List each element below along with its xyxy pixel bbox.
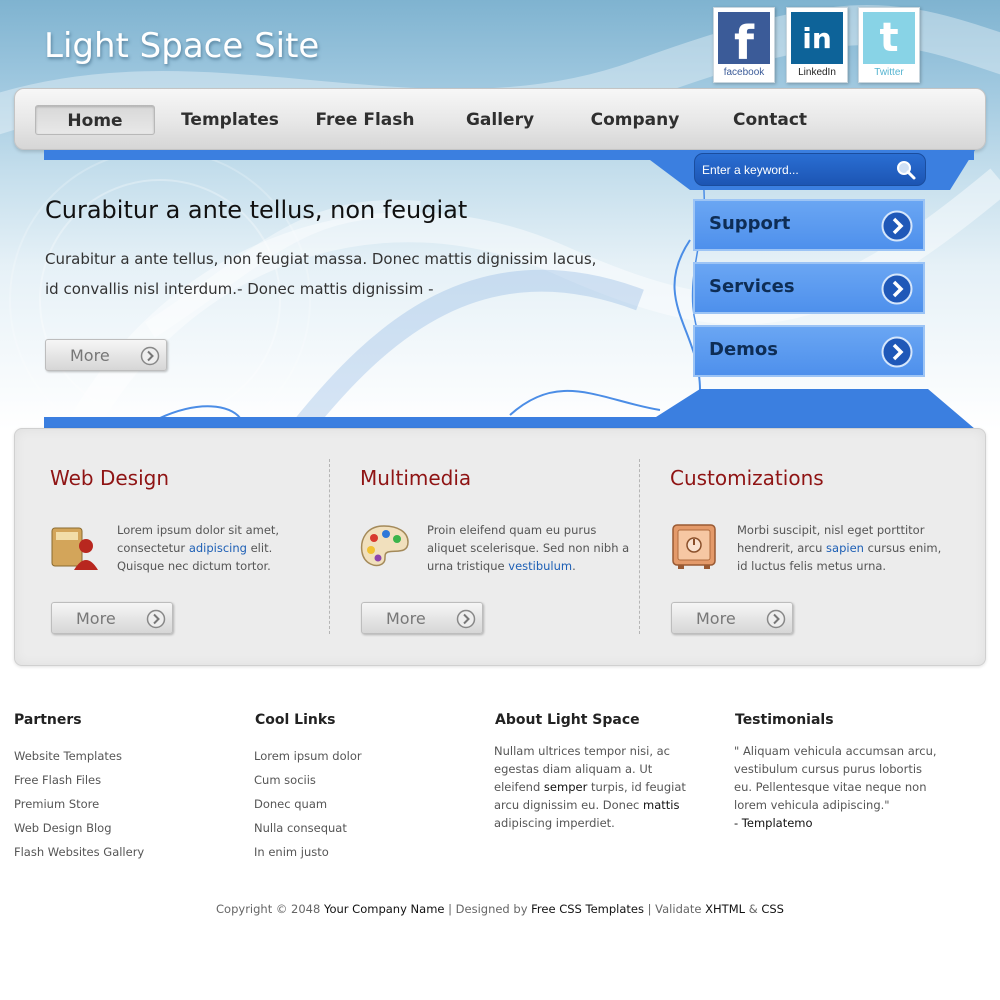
footer-link[interactable]: Lorem ipsum dolor: [254, 744, 362, 768]
arrow-right-icon: [456, 609, 476, 629]
footer-title-about: About Light Space: [495, 712, 640, 728]
footer-link[interactable]: Premium Store: [14, 792, 144, 816]
services-label: Services: [709, 276, 795, 297]
facebook-caption: facebook: [723, 67, 765, 78]
feature-text-web-design: Lorem ipsum dolor sit amet, consectetur …: [117, 523, 280, 573]
about-link[interactable]: mattis: [643, 798, 679, 812]
nav-item-templates[interactable]: Templates: [170, 105, 290, 135]
web-design-more-button[interactable]: More: [51, 602, 173, 634]
customizations-more-button[interactable]: More: [671, 602, 793, 634]
css-link[interactable]: CSS: [761, 902, 784, 916]
feature-text-customizations: Morbi suscipit, nisl eget porttitor hend…: [737, 523, 942, 573]
feature-divider: [639, 459, 640, 634]
facebook-icon: f: [718, 12, 770, 70]
cool-links-list: Lorem ipsum dolor Cum sociis Donec quam …: [254, 744, 362, 864]
twitter-caption: Twitter: [874, 67, 904, 78]
search-icon[interactable]: [895, 159, 917, 181]
support-button[interactable]: Support: [693, 199, 925, 251]
arrow-right-icon: [881, 336, 913, 368]
feature-link[interactable]: sapien: [826, 541, 864, 555]
footer-link[interactable]: Flash Websites Gallery: [14, 840, 144, 864]
footer-link[interactable]: Free Flash Files: [14, 768, 144, 792]
linkedin-icon: in: [791, 12, 843, 64]
demos-button[interactable]: Demos: [693, 325, 925, 377]
more-button-label: More: [386, 609, 426, 628]
nav-item-free-flash[interactable]: Free Flash: [305, 105, 425, 135]
arrow-right-icon: [140, 346, 160, 366]
arrow-right-icon: [766, 609, 786, 629]
footer-link[interactable]: Website Templates: [14, 744, 144, 768]
user-folder-icon: [51, 527, 98, 570]
arrow-right-icon: [881, 273, 913, 305]
linkedin-link[interactable]: in LinkedIn: [786, 7, 848, 83]
testimonial-author: - Templatemo: [734, 816, 813, 830]
main-nav: Home Templates Free Flash Gallery Compan…: [14, 88, 986, 150]
footer-title-partners: Partners: [14, 712, 82, 728]
feature-link[interactable]: vestibulum: [508, 559, 572, 573]
multimedia-more-button[interactable]: More: [361, 602, 483, 634]
search-box: [694, 153, 926, 186]
more-button-label: More: [70, 346, 110, 365]
site-title[interactable]: Light Space Site: [44, 26, 319, 66]
nav-item-contact[interactable]: Contact: [710, 105, 830, 135]
twitter-icon: t: [863, 12, 915, 64]
palette-icon: [360, 525, 409, 567]
footer-link[interactable]: In enim justo: [254, 840, 362, 864]
feature-title-customizations: Customizations: [670, 466, 824, 490]
feature-text-multimedia: Proin eleifend quam eu purus aliquet sce…: [427, 523, 630, 573]
more-button-label: More: [696, 609, 736, 628]
search-input[interactable]: [699, 158, 895, 182]
twitter-link[interactable]: t Twitter: [858, 7, 920, 83]
hero-more-button[interactable]: More: [45, 339, 167, 371]
about-text: Nullam ultrices tempor nisi, ac egestas …: [494, 744, 686, 830]
company-link[interactable]: Your Company Name: [324, 902, 445, 916]
testimonial-text: " Aliquam vehicula accumsan arcu, vestib…: [734, 744, 937, 830]
feature-link[interactable]: adipiscing: [189, 541, 247, 555]
footer-link[interactable]: Web Design Blog: [14, 816, 144, 840]
footer-title-cool-links: Cool Links: [255, 712, 336, 728]
footer-title-testimonials: Testimonials: [735, 712, 834, 728]
hero-title: Curabitur a ante tellus, non feugiat: [45, 196, 468, 224]
hero-text: Curabitur a ante tellus, non feugiat mas…: [45, 250, 597, 298]
partners-list: Website Templates Free Flash Files Premi…: [14, 744, 144, 864]
facebook-link[interactable]: f facebook: [713, 7, 775, 83]
more-button-label: More: [76, 609, 116, 628]
support-label: Support: [709, 213, 791, 234]
linkedin-caption: LinkedIn: [798, 67, 836, 78]
xhtml-link[interactable]: XHTML: [705, 902, 745, 916]
nav-item-company[interactable]: Company: [575, 105, 695, 135]
safe-icon: [672, 524, 716, 569]
copyright: Copyright © 2048 Your Company Name | Des…: [216, 902, 784, 916]
services-button[interactable]: Services: [693, 262, 925, 314]
arrow-right-icon: [146, 609, 166, 629]
arrow-right-icon: [881, 210, 913, 242]
nav-item-home[interactable]: Home: [35, 105, 155, 135]
feature-title-multimedia: Multimedia: [360, 466, 472, 490]
feature-divider: [329, 459, 330, 634]
nav-item-gallery[interactable]: Gallery: [440, 105, 560, 135]
about-link[interactable]: semper: [544, 780, 587, 794]
footer-link[interactable]: Donec quam: [254, 792, 362, 816]
blue-band-bottom: [44, 389, 975, 429]
feature-title-web-design: Web Design: [50, 466, 170, 490]
designer-link[interactable]: Free CSS Templates: [531, 902, 644, 916]
demos-label: Demos: [709, 339, 778, 360]
footer-link[interactable]: Nulla consequat: [254, 816, 362, 840]
footer-link[interactable]: Cum sociis: [254, 768, 362, 792]
